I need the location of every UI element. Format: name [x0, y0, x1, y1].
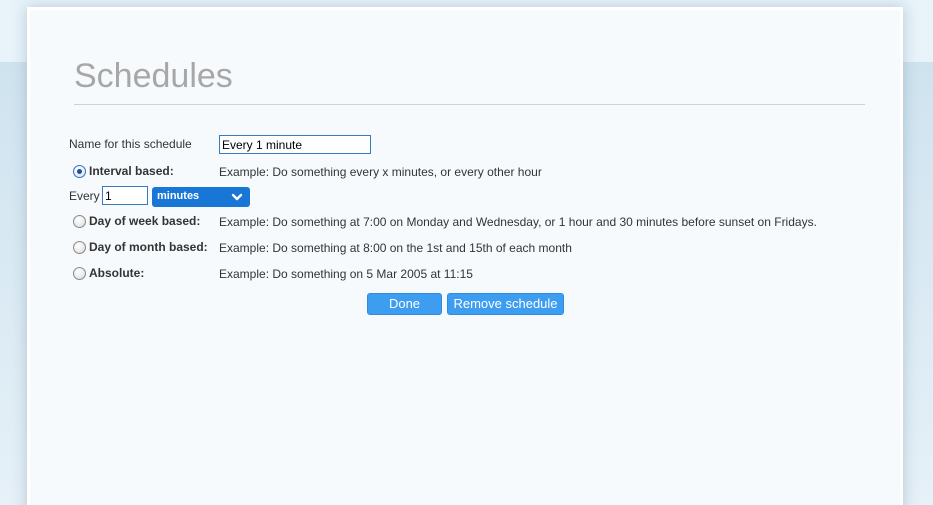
interval-unit-value: minutes	[157, 190, 200, 202]
chevron-down-icon	[231, 193, 243, 201]
interval-based-label: Interval based:	[89, 164, 174, 178]
absolute-example: Example: Do something on 5 Mar 2005 at 1…	[219, 267, 473, 281]
schedule-name-input[interactable]	[219, 135, 371, 154]
day-of-week-label: Day of week based:	[89, 214, 201, 228]
done-button[interactable]: Done	[367, 293, 442, 315]
interval-based-radio[interactable]	[73, 165, 86, 178]
day-of-month-radio[interactable]	[73, 241, 86, 254]
day-of-month-example: Example: Do something at 8:00 on the 1st…	[219, 241, 572, 255]
remove-schedule-button[interactable]: Remove schedule	[447, 293, 564, 315]
day-of-month-label: Day of month based:	[89, 240, 208, 254]
day-of-week-example: Example: Do something at 7:00 on Monday …	[219, 215, 817, 229]
schedule-name-label: Name for this schedule	[69, 137, 192, 151]
interval-based-example: Example: Do something every x minutes, o…	[219, 165, 542, 179]
interval-unit-select[interactable]: minutes	[152, 187, 250, 207]
title-divider	[74, 104, 865, 105]
absolute-radio[interactable]	[73, 267, 86, 280]
page-title: Schedules	[74, 57, 233, 95]
absolute-label: Absolute:	[89, 266, 145, 280]
interval-value-input[interactable]	[102, 186, 148, 205]
day-of-week-radio[interactable]	[73, 215, 86, 228]
every-label: Every	[69, 189, 100, 203]
